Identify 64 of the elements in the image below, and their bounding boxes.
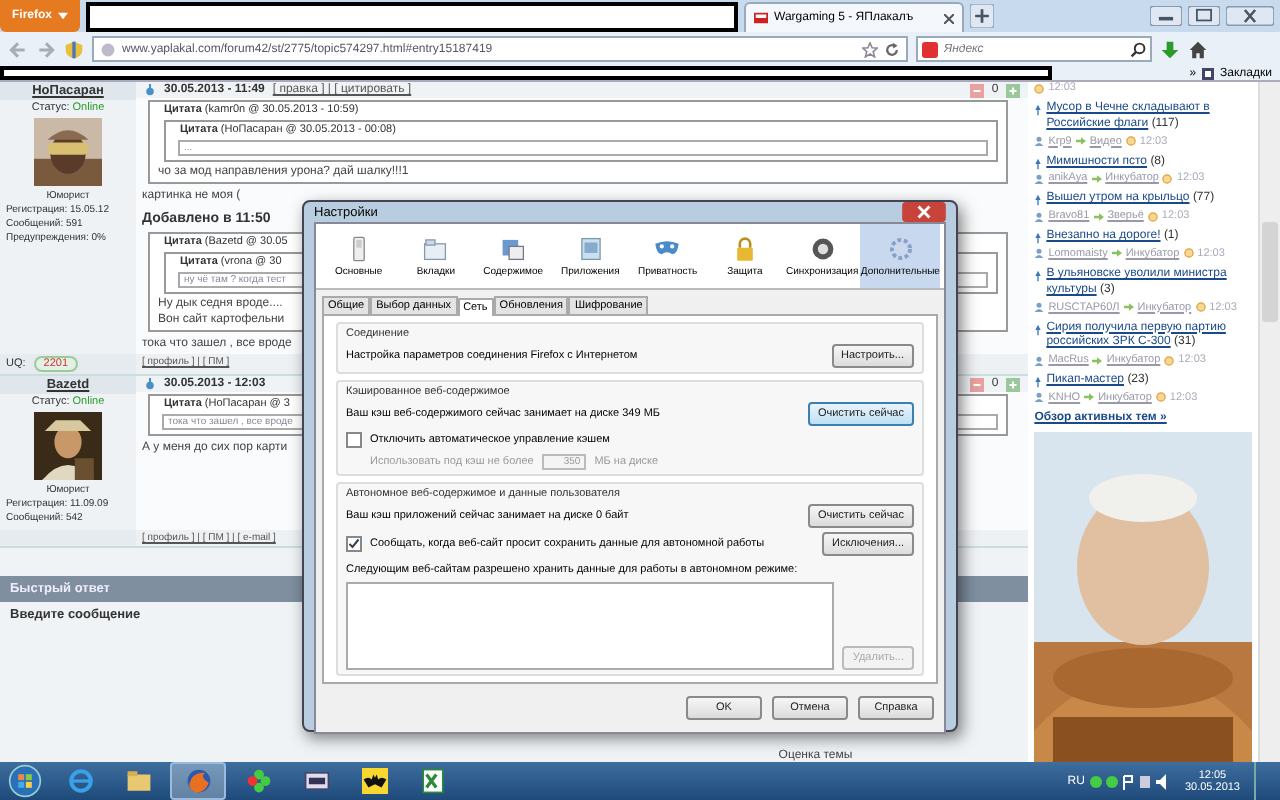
tabs-icon bbox=[422, 235, 449, 261]
close-icon[interactable] bbox=[1226, 6, 1274, 26]
clock-icon bbox=[1125, 136, 1136, 147]
globe-icon bbox=[100, 41, 116, 57]
pin-icon bbox=[1034, 157, 1043, 170]
user-icon bbox=[1034, 355, 1045, 366]
user-icon bbox=[1034, 248, 1045, 259]
content-icon bbox=[500, 235, 527, 261]
star-icon[interactable] bbox=[862, 41, 878, 57]
scrollbar[interactable] bbox=[1258, 82, 1280, 762]
pin-icon bbox=[1034, 104, 1043, 116]
close-icon[interactable] bbox=[902, 202, 946, 222]
arrow-icon bbox=[1091, 173, 1102, 184]
clock-icon bbox=[1164, 355, 1175, 366]
new-tab-icon[interactable] bbox=[970, 4, 995, 28]
site-icon bbox=[754, 12, 769, 24]
pin-icon bbox=[1034, 376, 1043, 389]
shield-icon[interactable] bbox=[64, 39, 84, 59]
post-icon bbox=[144, 378, 156, 390]
globe-icon bbox=[67, 768, 93, 794]
gear-icon bbox=[887, 235, 914, 261]
checkbox[interactable] bbox=[346, 431, 362, 447]
arrow-icon bbox=[1075, 136, 1086, 147]
close-icon[interactable] bbox=[944, 13, 955, 23]
pin-icon bbox=[1034, 194, 1043, 207]
clock-icon bbox=[1034, 83, 1045, 93]
reload-icon[interactable] bbox=[884, 41, 900, 57]
flower-icon bbox=[245, 768, 271, 794]
post-icon bbox=[144, 84, 156, 96]
fox-icon bbox=[185, 768, 211, 794]
window-icon bbox=[303, 768, 329, 794]
lock-icon bbox=[731, 235, 758, 261]
sync-icon bbox=[809, 235, 836, 261]
user-icon bbox=[1034, 302, 1045, 313]
user-icon bbox=[1034, 211, 1045, 222]
home-icon[interactable] bbox=[1188, 39, 1208, 59]
arrow-icon bbox=[1084, 392, 1095, 403]
arrow-icon bbox=[1092, 355, 1103, 366]
folder-icon bbox=[125, 768, 151, 794]
clock-icon bbox=[1183, 248, 1194, 259]
download-icon[interactable] bbox=[1160, 39, 1180, 59]
user-icon bbox=[1034, 173, 1045, 184]
arrow-icon bbox=[1111, 248, 1122, 259]
tray-icons[interactable] bbox=[1090, 773, 1171, 789]
maximize-icon[interactable] bbox=[1188, 6, 1220, 26]
bat-icon bbox=[361, 768, 387, 794]
user-icon bbox=[1034, 392, 1045, 403]
start-button[interactable] bbox=[8, 764, 42, 798]
pin-icon bbox=[1034, 323, 1043, 336]
clock-icon bbox=[1147, 211, 1158, 222]
spreadsheet-icon bbox=[419, 768, 445, 794]
caret-icon bbox=[58, 12, 69, 20]
user-icon bbox=[1034, 136, 1045, 147]
pin-icon bbox=[1034, 232, 1043, 245]
minimize-icon[interactable] bbox=[1150, 6, 1182, 26]
arrow-icon bbox=[1123, 302, 1134, 313]
clock-icon bbox=[1195, 302, 1206, 313]
pin-icon bbox=[1034, 269, 1043, 282]
search-icon[interactable] bbox=[1130, 41, 1146, 57]
clock-icon bbox=[1162, 173, 1173, 184]
arrow-icon bbox=[1093, 211, 1104, 222]
clock-icon bbox=[1155, 392, 1166, 403]
checkbox[interactable] bbox=[346, 536, 362, 552]
apps-icon bbox=[577, 235, 604, 261]
